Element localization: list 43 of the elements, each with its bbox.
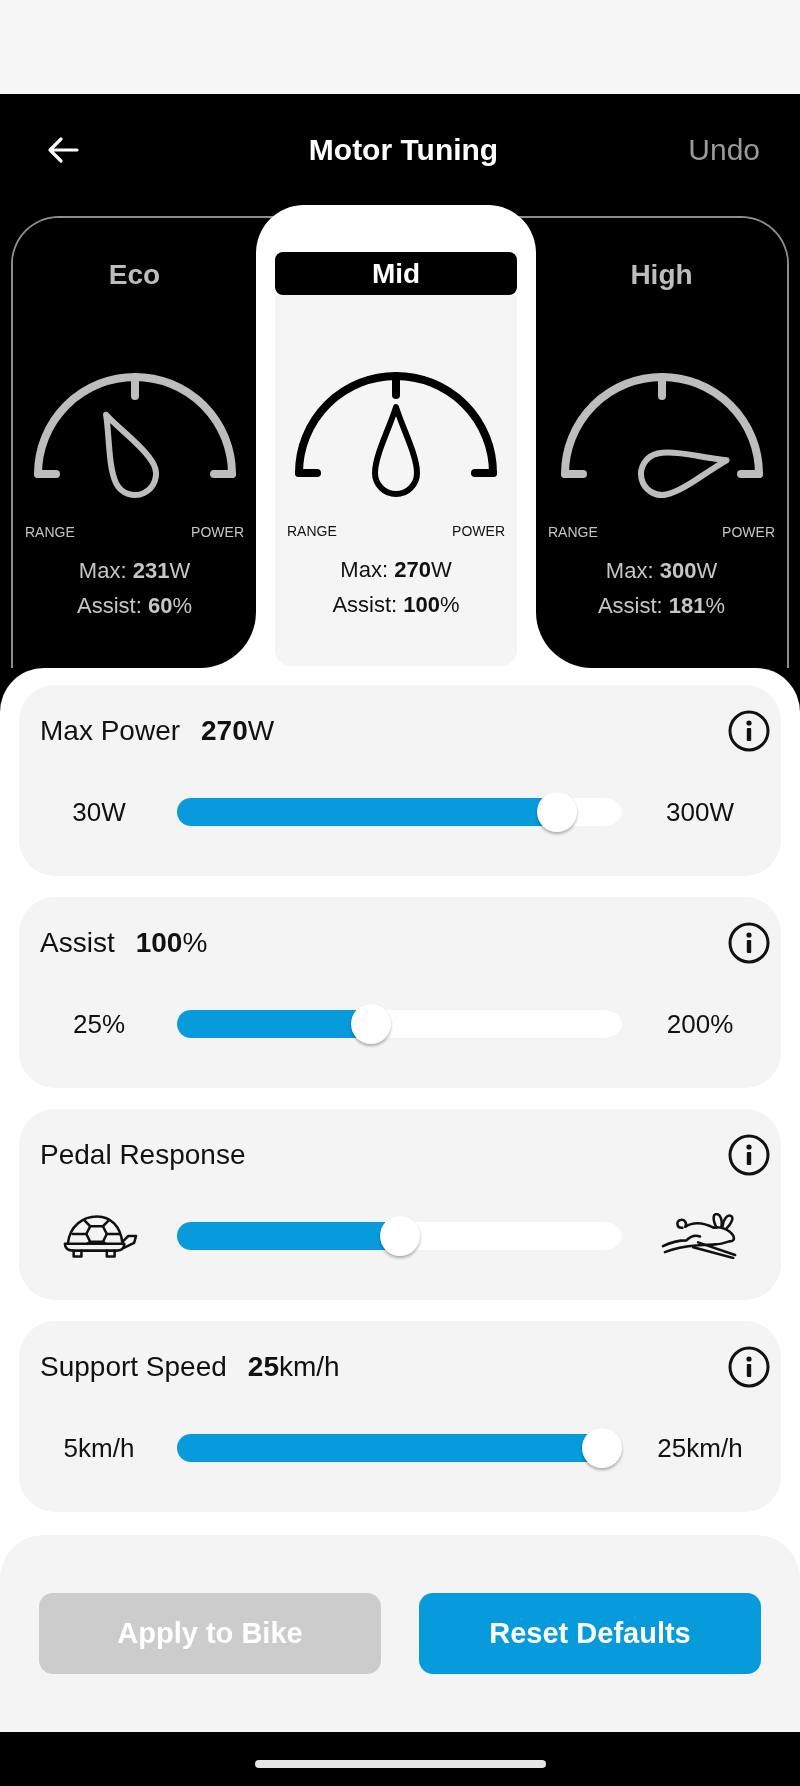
min-label: 30W: [72, 795, 126, 829]
info-icon[interactable]: [728, 1346, 770, 1388]
power-label: POWER: [722, 524, 775, 540]
mode-label: Eco: [108, 257, 161, 292]
max-label: 300W: [666, 795, 734, 829]
back-arrow-icon[interactable]: [47, 135, 79, 164]
mode-label: High: [630, 257, 693, 292]
range-label: RANGE: [287, 523, 337, 539]
rabbit-icon: [661, 1213, 739, 1259]
max-label: 200%: [666, 1007, 734, 1041]
slider-track[interactable]: [177, 1428, 622, 1468]
mode-label: Mid: [275, 252, 517, 295]
setting-value: 100%: [135, 926, 208, 960]
info-icon[interactable]: [728, 922, 770, 964]
mode-card[interactable]: Mid RANGE POWER Max: 270W Assist: 100%: [256, 205, 536, 668]
info-icon[interactable]: [728, 710, 770, 752]
slider-thumb[interactable]: [351, 1004, 392, 1044]
slider-thumb[interactable]: [582, 1428, 622, 1468]
setting-value: 270W: [201, 714, 275, 748]
mode-card[interactable]: High RANGE POWER Max: 300W Assist: 181%: [536, 218, 787, 668]
max-power-text: Max: 300W: [605, 557, 718, 585]
power-label: POWER: [452, 523, 505, 539]
mode-card[interactable]: Eco RANGE POWER Max: 231W Assist: 60%: [13, 218, 256, 668]
screen-title: Motor Tuning: [308, 132, 499, 168]
setting-title: Pedal Response: [40, 1138, 246, 1172]
setting-title: Max Power: [40, 714, 181, 748]
setting-title: Assist: [40, 926, 115, 960]
max-power-text: Max: 231W: [78, 557, 191, 585]
assist-text: Assist: 181%: [597, 592, 726, 620]
slider-thumb[interactable]: [379, 1216, 420, 1256]
assist-text: Assist: 100%: [332, 591, 460, 619]
info-icon[interactable]: [728, 1134, 770, 1176]
slider-thumb[interactable]: [537, 792, 578, 832]
setting-title: Support Speed: [40, 1350, 227, 1384]
power-label: POWER: [191, 524, 244, 540]
max-label: 25km/h: [657, 1431, 743, 1465]
setting-value: 25km/h: [247, 1350, 340, 1384]
range-label: RANGE: [25, 524, 75, 540]
min-label: 5km/h: [63, 1431, 135, 1465]
min-label: 25%: [72, 1007, 125, 1041]
range-label: RANGE: [548, 524, 598, 540]
max-power-text: Max: 270W: [340, 556, 452, 584]
assist-text: Assist: 60%: [77, 592, 192, 620]
